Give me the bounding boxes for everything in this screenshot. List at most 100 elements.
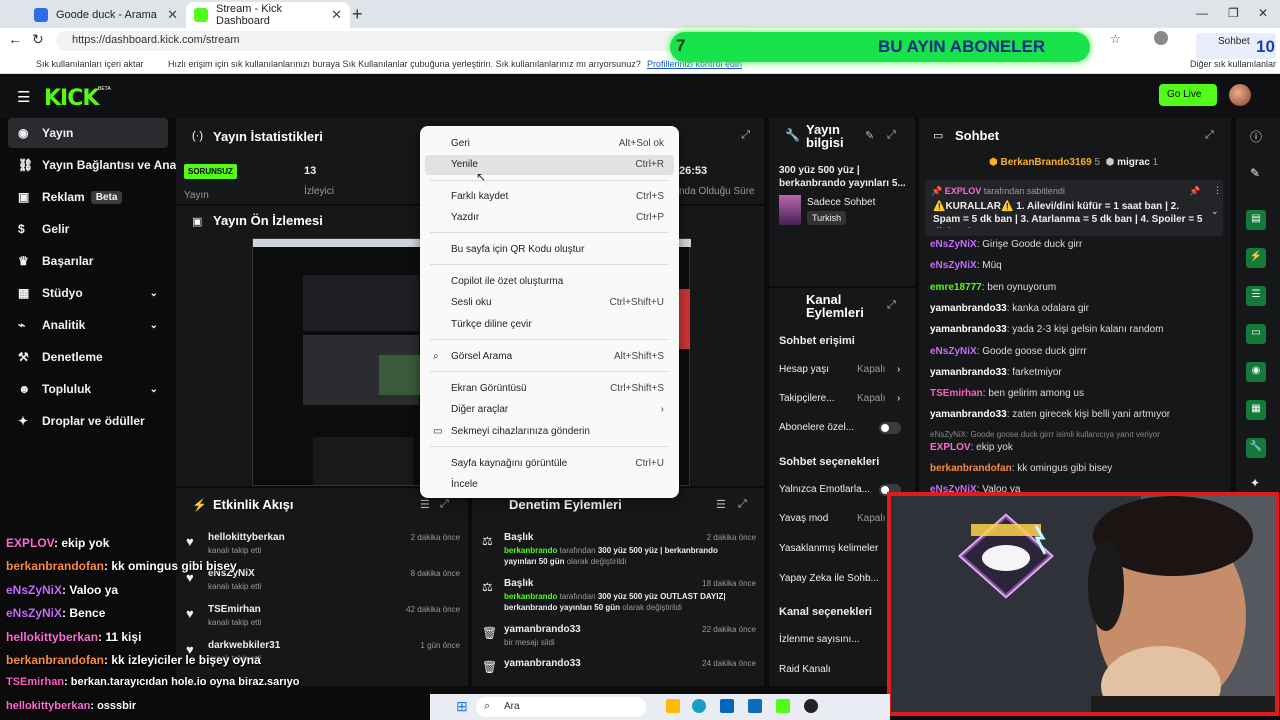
edge-icon[interactable] [692, 699, 706, 713]
context-menu-item[interactable]: Ekran Görüntüsü Ctrl+Shift+S [425, 379, 674, 399]
bookmark-import[interactable]: Sık kullanılanları içeri aktar [36, 59, 144, 69]
sidebar-item-achievements[interactable]: ♛ Başarılar [8, 246, 168, 276]
close-window-icon[interactable]: ✕ [1258, 6, 1268, 20]
toggle-switch[interactable] [879, 422, 901, 434]
chat-username[interactable]: emre18777 [930, 282, 982, 293]
chevron-down-icon[interactable]: ⌄ [150, 320, 158, 331]
context-menu-item[interactable]: İncele [425, 475, 674, 495]
reload-icon[interactable]: ↻ [32, 31, 44, 48]
filter-icon[interactable]: ☰ [420, 498, 430, 511]
mod-user[interactable]: berkanbrando [504, 592, 557, 601]
unpin-icon[interactable]: 📌 [1189, 186, 1200, 197]
sidebar-item-ads[interactable]: ▣ Reklam Beta [8, 182, 168, 212]
context-menu-item[interactable]: ⌕ Görsel Arama Alt+Shift+S [425, 347, 674, 367]
gifter-name[interactable]: migrac [1117, 157, 1150, 168]
back-icon[interactable]: ← [8, 31, 22, 47]
chevron-down-icon[interactable]: ⌄ [150, 288, 158, 299]
maximize-icon[interactable]: ❐ [1228, 6, 1239, 20]
outlook-icon[interactable] [748, 699, 762, 713]
sidebar-item-community[interactable]: ☻ Topluluk ⌄ [8, 374, 168, 404]
chat-username[interactable]: eNsZyNiX [930, 239, 977, 250]
mod-head[interactable]: yamanbrando33 [504, 658, 581, 669]
setting-row[interactable]: Hesap yaşı Kapalı › [779, 364, 909, 375]
lightning-icon[interactable]: ⚡ [1246, 248, 1266, 268]
stream-title-text[interactable]: 300 yüz 500 yüz | berkanbrando yayınları… [779, 164, 913, 190]
hamburger-menu-icon[interactable]: ☰ [17, 88, 30, 106]
tab-search[interactable]: Goode duck - Arama ✕ [26, 2, 186, 28]
profile-icon[interactable] [1154, 31, 1168, 45]
context-menu-item[interactable]: Diğer araçlar › [425, 400, 674, 420]
favorite-star-icon[interactable]: ☆ [1110, 32, 1121, 46]
address-bar[interactable]: https://dashboard.kick.com/stream [56, 31, 756, 51]
moderation-icon[interactable]: ▦ [1246, 400, 1266, 420]
obs-icon[interactable] [804, 699, 818, 713]
sidebar-item-moderation[interactable]: ⚒ Denetleme [8, 342, 168, 372]
file-explorer-icon[interactable] [666, 699, 680, 713]
chevron-down-icon[interactable]: ⌄ [150, 384, 158, 395]
category-name[interactable]: Sadece Sohbet [807, 197, 875, 208]
filter-icon[interactable]: ☰ [716, 498, 726, 511]
activity-user[interactable]: darkwebkiler31 [208, 640, 280, 651]
close-icon[interactable]: ✕ [167, 7, 178, 23]
new-tab-button[interactable]: + [352, 4, 363, 25]
go-live-button[interactable]: Go Live [1159, 84, 1217, 106]
taskbar-search[interactable]: ⌕ Ara [476, 697, 646, 717]
kick-app-icon[interactable] [776, 699, 790, 713]
other-bookmarks[interactable]: Diğer sık kullanılanlar [1190, 59, 1276, 69]
puzzle-icon[interactable]: ✦ [1250, 476, 1260, 490]
mod-head[interactable]: yamanbrando33 [504, 624, 581, 635]
expand-icon[interactable]: ⤢ [440, 498, 449, 511]
close-icon[interactable]: ✕ [331, 7, 342, 23]
context-menu-item[interactable]: Türkçe diline çevir [425, 315, 674, 335]
expand-icon[interactable]: ⤢ [887, 299, 896, 312]
chat-username[interactable]: EXPLOV [930, 442, 971, 453]
chat-username[interactable]: TSEmirhan [930, 388, 983, 399]
chat-username[interactable]: berkanbrandofan [930, 463, 1012, 474]
chat-bubble-icon[interactable]: ▭ [1246, 324, 1266, 344]
info-icon[interactable]: ⓘ [1250, 128, 1262, 145]
edit-icon[interactable]: ✎ [865, 129, 874, 142]
wrench-icon[interactable]: 🔧 [1246, 438, 1266, 458]
kick-logo[interactable]: KICK [44, 86, 99, 111]
sidebar-item-studio[interactable]: ▦ Stüdyo ⌄ [8, 278, 168, 308]
broadcast-icon[interactable]: ◉ [1246, 362, 1266, 382]
list-icon[interactable]: ☰ [1246, 286, 1266, 306]
store-icon[interactable] [720, 699, 734, 713]
avatar[interactable] [1229, 84, 1251, 106]
sidebar-item-drops[interactable]: ✦ Droplar ve ödüller [8, 406, 168, 436]
pencil-icon[interactable]: ✎ [1250, 166, 1260, 180]
chevron-down-icon[interactable]: ⌄ [1211, 206, 1219, 217]
sidebar-item-yayin[interactable]: ◉ Yayın [8, 118, 168, 148]
chat-username[interactable]: yamanbrando33 [930, 324, 1007, 335]
activity-user[interactable]: hellokittyberkan [208, 532, 285, 543]
expand-icon[interactable]: ⤢ [738, 498, 747, 511]
sidebar-item-stream-key[interactable]: ⛓ Yayın Bağlantısı ve Anahtar [8, 150, 178, 180]
expand-icon[interactable]: ⤢ [887, 129, 896, 142]
context-menu-item[interactable]: Copilot ile özet oluşturma [425, 272, 674, 292]
mod-user[interactable]: berkanbrando [504, 546, 557, 555]
setting-row[interactable]: Takipçilere... Kapalı › [779, 393, 909, 404]
minimize-icon[interactable]: — [1196, 6, 1208, 20]
expand-icon[interactable]: ⤢ [1205, 129, 1214, 142]
context-menu-item[interactable]: Geri Alt+Sol ok [425, 134, 674, 154]
chat-username[interactable]: eNsZyNiX [930, 260, 977, 271]
chat-username[interactable]: yamanbrando33 [930, 409, 1007, 420]
context-menu-item[interactable]: ▭ Sekmeyi cihazlarınıza gönderin [425, 422, 674, 442]
sidebar-item-analytics[interactable]: ⌁ Analitik ⌄ [8, 310, 168, 340]
activity-user[interactable]: TSEmirhan [208, 604, 261, 615]
expand-icon[interactable]: ⤢ [741, 129, 750, 142]
gifter-name[interactable]: BerkanBrando3169 [1001, 157, 1092, 168]
layout-icon[interactable]: ▤ [1246, 210, 1266, 230]
more-icon[interactable]: ⋮ [1213, 185, 1222, 196]
context-menu-item[interactable]: Yenile Ctrl+R [425, 155, 674, 175]
chat-username[interactable]: eNsZyNiX [930, 346, 977, 357]
tab-kick-dashboard[interactable]: Stream - Kick Dashboard ✕ [186, 2, 350, 28]
pinned-by[interactable]: EXPLOV [945, 186, 982, 196]
windows-start-icon[interactable]: ⊞ [456, 698, 468, 715]
sidebar-item-revenue[interactable]: $ Gelir [8, 214, 168, 244]
chat-username[interactable]: yamanbrando33 [930, 303, 1007, 314]
context-menu-item[interactable]: Sayfa kaynağını görüntüle Ctrl+U [425, 454, 674, 474]
context-menu-item[interactable]: Bu sayfa için QR Kodu oluştur [425, 240, 674, 260]
context-menu-item[interactable]: Farklı kaydet Ctrl+S [425, 187, 674, 207]
chat-username[interactable]: yamanbrando33 [930, 367, 1007, 378]
